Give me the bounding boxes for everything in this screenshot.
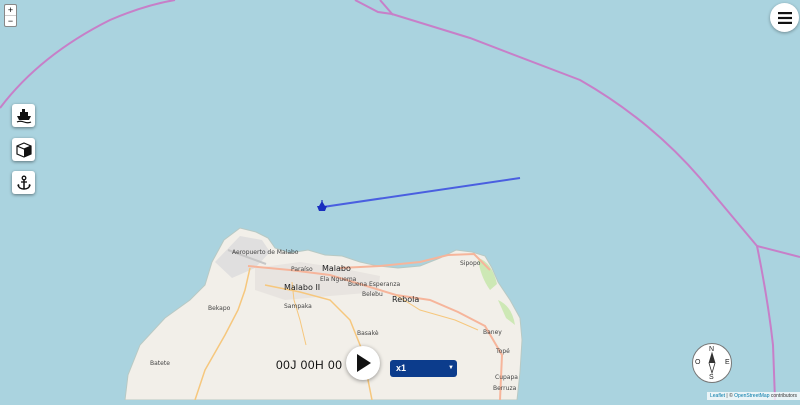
- attribution-separator: | ©: [725, 393, 735, 399]
- place-malabo: Malabo: [322, 264, 351, 273]
- anchor-icon: [16, 175, 31, 190]
- place-bekapo: Bekapo: [208, 305, 231, 312]
- menu-button[interactable]: [770, 3, 799, 32]
- compass-west: O: [695, 359, 701, 366]
- place-batete: Batete: [150, 360, 170, 367]
- map-attribution: Leaflet | © OpenStreetMap contributors: [707, 392, 800, 400]
- compass-north: N: [709, 346, 715, 353]
- compass-east: E: [725, 359, 730, 366]
- place-sampaka: Sampaka: [284, 303, 312, 310]
- place-airport: Aeropuerto de Malabo: [232, 249, 299, 256]
- zoom-out-button[interactable]: −: [5, 15, 16, 26]
- place-malabo-ii: Malabo II: [284, 283, 321, 292]
- play-icon: [357, 354, 371, 372]
- map-canvas[interactable]: Aeropuerto de Malabo Paraíso Malabo Ela …: [0, 0, 800, 401]
- compass-south: S: [709, 374, 714, 381]
- hamburger-menu-icon: [777, 11, 792, 24]
- attribution-suffix: contributors: [769, 393, 797, 399]
- place-baney: Baney: [483, 329, 502, 336]
- caret-down-icon: ▼: [448, 365, 454, 371]
- place-buena-esperanza: Buena Esperanza: [348, 281, 401, 288]
- map-layer: [0, 0, 800, 401]
- ship-layer-button[interactable]: [12, 104, 35, 127]
- play-button[interactable]: [346, 346, 380, 380]
- place-berruza: Berruza: [493, 385, 517, 392]
- speed-select[interactable]: x1 ▼: [390, 360, 457, 377]
- ship-icon: [16, 108, 31, 123]
- place-rebola: Rebola: [392, 295, 420, 304]
- place-cupapa: Cupapa: [495, 374, 518, 381]
- speed-value: x1: [396, 363, 407, 373]
- place-belebu: Belebu: [362, 291, 383, 298]
- place-paraiso: Paraíso: [291, 266, 313, 273]
- place-sipopo: Sipopo: [460, 260, 481, 267]
- cargo-layer-button[interactable]: [12, 138, 35, 161]
- cube-icon: [15, 141, 32, 158]
- playback-timer: 00J 00H 00: [276, 358, 343, 372]
- leaflet-link[interactable]: Leaflet: [710, 393, 725, 399]
- place-tope: Topé: [496, 348, 510, 355]
- osm-link[interactable]: OpenStreetMap: [734, 393, 769, 399]
- compass: N E S O: [692, 343, 732, 383]
- anchorage-layer-button[interactable]: [12, 171, 35, 194]
- zoom-control: + −: [4, 4, 17, 27]
- zoom-in-button[interactable]: +: [5, 5, 16, 15]
- place-basake: Basakè: [357, 330, 379, 337]
